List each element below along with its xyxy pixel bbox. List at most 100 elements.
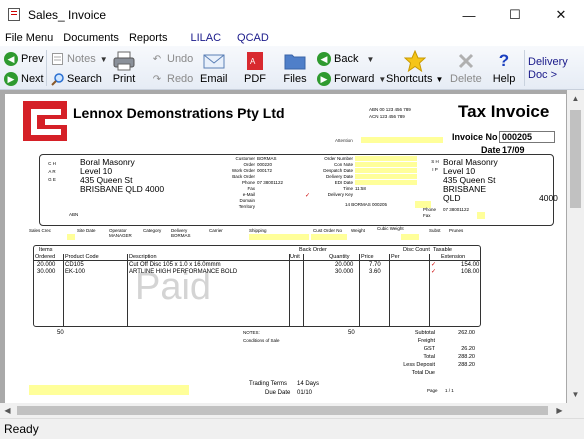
taxable-label: Taxable <box>433 247 452 253</box>
customer-detail-labels: Customer Order Work Order Back Order Phone Fa… <box>231 156 255 209</box>
prunes-label: Prunes <box>449 228 464 233</box>
pdf-label: PDF <box>244 73 266 85</box>
page-label: Page <box>427 388 438 393</box>
printer-icon <box>112 50 136 72</box>
disc-count-label: Disc Count <box>403 247 430 253</box>
menu-bar: File Menu Documents Reports LILAC QCAD <box>0 30 584 46</box>
files-button[interactable]: Files <box>283 50 307 85</box>
company-name: Lennox Demonstrations Pty Ltd <box>73 105 285 121</box>
charge-letters: C H A R G E <box>48 161 56 182</box>
pdf-button[interactable]: A PDF <box>243 50 267 85</box>
close-button[interactable]: ✕ <box>538 0 584 30</box>
scroll-left-icon[interactable]: ◀ <box>0 403 15 418</box>
prev-label: Prev <box>21 53 44 65</box>
star-icon <box>403 50 427 72</box>
scroll-down-icon[interactable]: ▼ <box>567 386 584 403</box>
notes-button[interactable]: Notes ▼ <box>50 50 108 68</box>
minimize-button[interactable]: — <box>446 0 492 30</box>
ship-phone: 07 38001122 <box>443 207 469 212</box>
notes-label: NOTES: <box>243 330 260 335</box>
forward-label: Forward <box>334 73 375 85</box>
order-detail-labels: Order Number Con Note Despatch Date Deliver… <box>323 156 353 197</box>
scroll-up-icon[interactable]: ▲ <box>567 90 584 107</box>
items-label: Items <box>39 247 53 253</box>
scroll-thumb[interactable] <box>570 110 581 208</box>
scroll-thumb[interactable] <box>17 406 548 415</box>
abn-field-label: ABN <box>69 212 79 217</box>
carrier-label: Carrier <box>209 228 223 233</box>
menu-documents[interactable]: Documents <box>58 30 124 46</box>
files-label: Files <box>283 73 307 85</box>
help-label: Help <box>492 73 516 85</box>
delete-button[interactable]: Delete <box>450 50 482 85</box>
conditions-label: Conditions of Sale <box>243 338 280 343</box>
qty-count: 50 <box>348 330 355 336</box>
menu-reports[interactable]: Reports <box>124 30 173 46</box>
bill-to-address: Boral Masonry Level 10 435 Queen St BRISBAN… <box>80 157 165 194</box>
shortcuts-button[interactable]: Shortcuts ▼ <box>386 50 443 86</box>
items-count: 50 <box>57 330 64 336</box>
vertical-scrollbar[interactable]: ▲ ▼ <box>567 90 584 403</box>
delivery-doc-button[interactable]: Delivery Doc > <box>528 56 580 82</box>
menu-file[interactable]: File Menu <box>0 30 58 46</box>
checkbox-tick: ✓ <box>305 193 311 199</box>
print-label: Print <box>112 73 136 85</box>
email-icon <box>202 50 226 72</box>
ship-letters: S H I P <box>431 159 439 172</box>
maximize-button[interactable]: ☐ <box>492 0 538 30</box>
scroll-right-icon[interactable]: ▶ <box>552 403 567 418</box>
email-button[interactable]: Email <box>200 50 228 85</box>
redo-icon: ↷ <box>152 73 162 85</box>
chevron-down-icon: ▼ <box>366 54 375 64</box>
weight-label: Weight <box>351 228 365 233</box>
print-button[interactable]: Print <box>112 50 136 85</box>
window-title: Sales_ Invoice <box>28 8 107 22</box>
horizontal-scrollbar[interactable]: ◀ ▶ <box>0 403 567 418</box>
operator-label: Operator MANAGER <box>109 228 132 238</box>
tab-lilac[interactable]: LILAC <box>182 30 229 46</box>
ship-postcode: 4000 <box>539 193 558 203</box>
back-label: Back <box>334 53 359 65</box>
title-bar: Sales_ Invoice — ☐ ✕ <box>0 0 584 30</box>
delivery-key-row: 14 BORMAS 000205 <box>345 202 388 207</box>
back-button[interactable]: ◀ Back ▼ <box>317 50 374 68</box>
ship-to-address: Boral Masonry Level 10 435 Queen St BRISBAN… <box>443 157 498 203</box>
trading-terms-label: Trading Terms <box>249 381 288 387</box>
notes-label: Notes <box>67 53 96 65</box>
arrow-right-icon: ▶ <box>4 72 18 86</box>
subst-label: Subst <box>429 228 441 233</box>
invoice-page: Lennox Demonstrations Pty Ltd ABN 00 123… <box>5 94 566 403</box>
shipping-label: Shipping <box>249 228 267 233</box>
forward-button[interactable]: ▶ Forward ▼ <box>317 70 386 88</box>
tab-qcad[interactable]: QCAD <box>229 30 277 46</box>
document-viewer[interactable]: Lennox Demonstrations Pty Ltd ABN 00 123… <box>0 90 584 403</box>
page-number: 1 / 1 <box>445 388 454 393</box>
due-date-value: 01/10 <box>297 390 313 396</box>
attention-field <box>361 137 443 143</box>
ship-phone-label: Phone <box>423 207 437 212</box>
next-button[interactable]: ▶ Next <box>4 70 44 88</box>
ship-fax-label: Fax <box>423 213 431 218</box>
notes-icon <box>50 52 64 66</box>
search-button[interactable]: Search <box>50 70 102 88</box>
undo-label: Undo <box>167 53 194 65</box>
redo-button[interactable]: ↷ Redo <box>150 70 194 88</box>
undo-icon: ↶ <box>152 53 162 65</box>
category-label: Category <box>143 228 162 233</box>
search-icon <box>50 72 64 86</box>
undo-button[interactable]: ↶ Undo <box>150 50 194 68</box>
prev-button[interactable]: ◀ Prev <box>4 50 44 68</box>
help-button[interactable]: ? Help <box>492 50 516 85</box>
chevron-down-icon: ▼ <box>99 54 108 64</box>
due-date-label: Due Date <box>265 390 291 396</box>
invoice-no-label: Invoice No <box>452 132 498 142</box>
abn-block: ABN 00 123 456 789 ACN 123 456 789 <box>369 107 411 119</box>
status-bar: Ready <box>0 418 584 439</box>
company-logo <box>23 101 67 141</box>
delete-label: Delete <box>450 73 482 85</box>
trading-terms-value: 14 Days <box>297 381 320 387</box>
site-date-label: Site Date <box>77 228 96 233</box>
customer-detail-values: BORMAS 000220 000172 07 38001122 <box>257 156 283 185</box>
invoice-no-value: 000205 <box>499 131 555 143</box>
pdf-icon: A <box>243 50 267 72</box>
